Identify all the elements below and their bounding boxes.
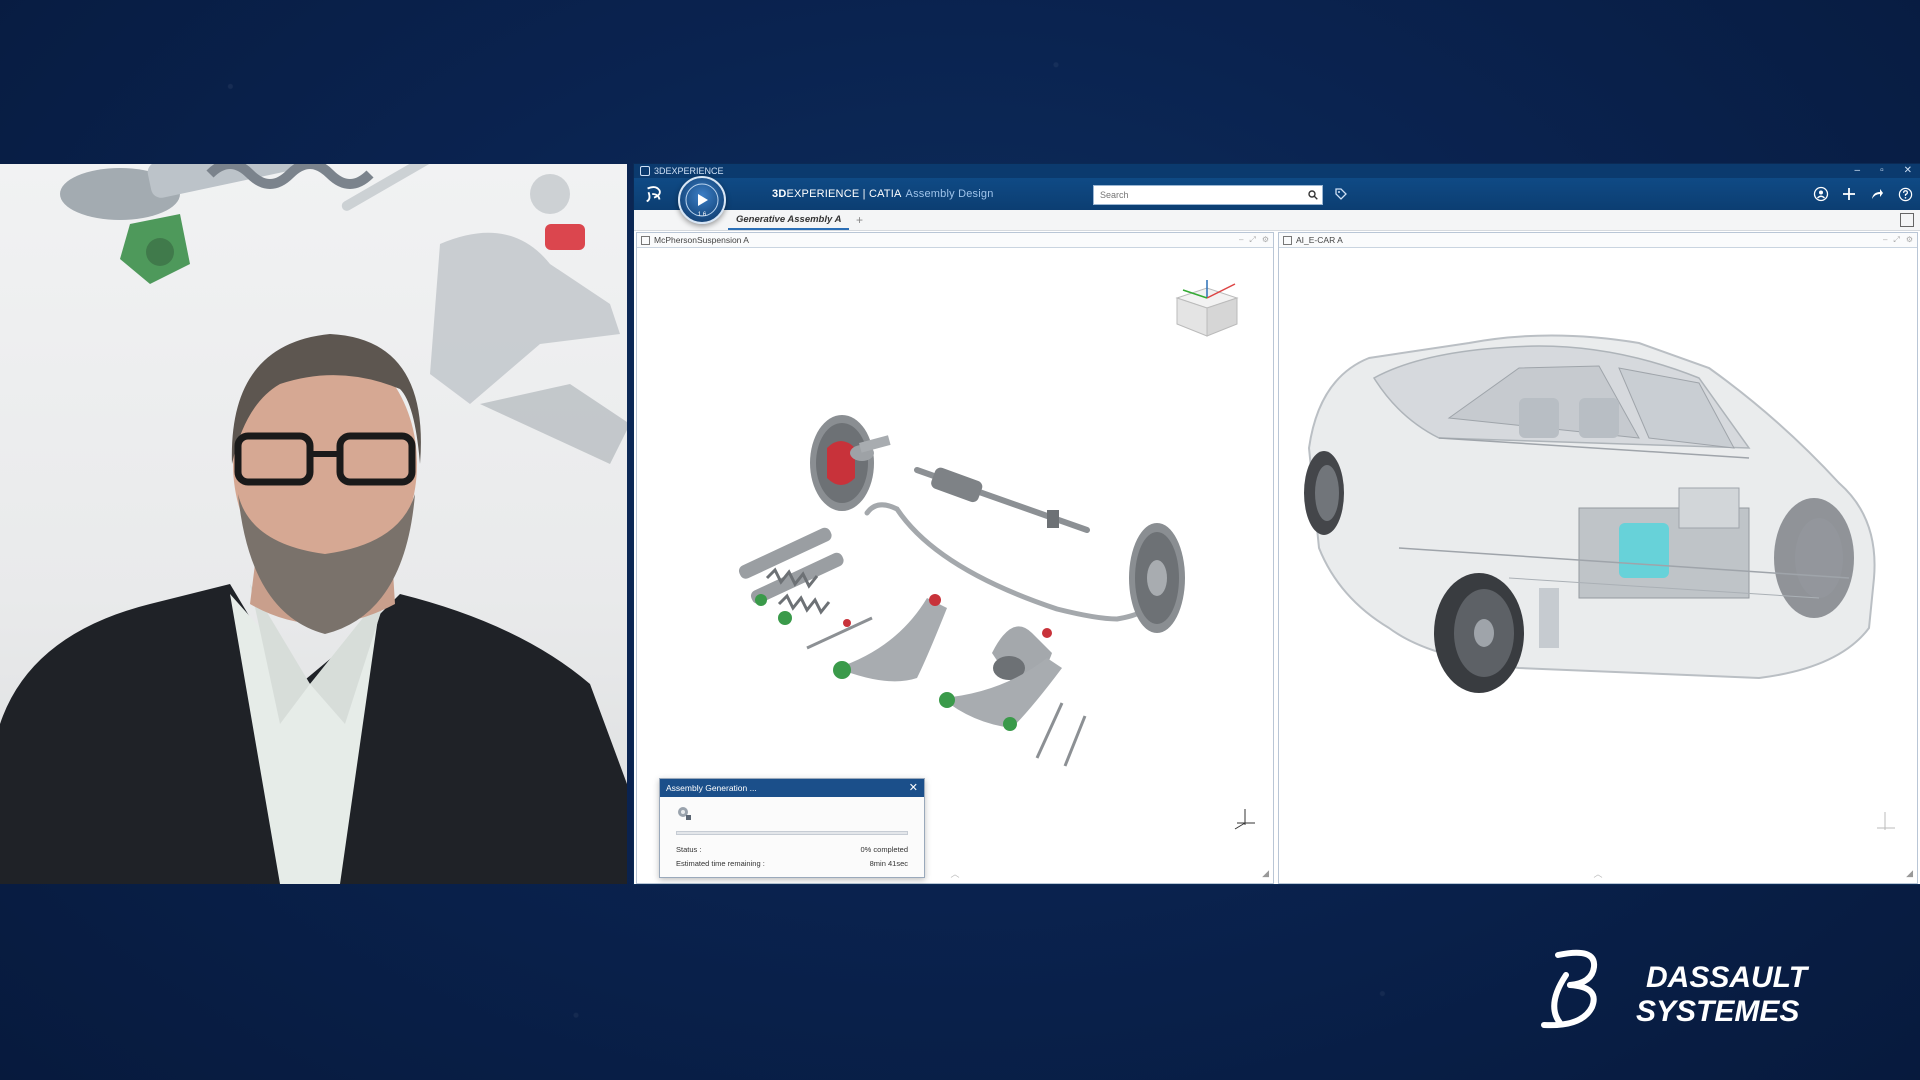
window-controls: – ▫ ✕	[1855, 164, 1913, 178]
brand-bold: 3D	[772, 188, 787, 200]
help-icon[interactable]	[1896, 185, 1914, 203]
ds-logo-icon[interactable]	[642, 182, 666, 206]
window-titlebar: 3DEXPERIENCE – ▫ ✕	[634, 164, 1920, 178]
shock-absorbers	[738, 527, 844, 625]
expand-icon[interactable]	[1900, 213, 1914, 227]
app-title: 3DEXPERIENCE | CATIA Assembly Design	[772, 188, 994, 200]
viewer-minimize-icon[interactable]: –	[1883, 234, 1887, 246]
brake-disc-front	[810, 415, 891, 511]
close-button[interactable]: ✕	[1904, 164, 1912, 178]
tab-bar: Generative Assembly A +	[634, 210, 1920, 231]
eta-row: Estimated time remaining : 8min 41sec	[676, 859, 908, 868]
viewer-header-right: AI_E-CAR A – ⤢ ⚙	[1279, 233, 1917, 248]
lower-control-arm	[833, 594, 947, 682]
tab-generative-assembly[interactable]: Generative Assembly A	[728, 212, 850, 230]
dialog-title: Assembly Generation ...	[666, 783, 757, 793]
eta-value: 8min 41sec	[869, 859, 908, 868]
assembly-icon	[676, 805, 692, 821]
header-actions	[1812, 185, 1914, 203]
brand-line-2: SYSTEMES	[1636, 995, 1799, 1028]
restore-button[interactable]: ▫	[1880, 164, 1884, 178]
compass-version: 1.6	[698, 212, 707, 218]
presenter-video	[0, 164, 627, 884]
play-icon	[698, 194, 708, 206]
brand-name: EXPERIENCE | CATIA	[786, 188, 902, 200]
viewer-bottom-handle-icon[interactable]: ︿	[1593, 867, 1602, 880]
steering-rack	[914, 467, 1090, 533]
viewer-controls-right: – ⤢ ⚙	[1883, 234, 1913, 246]
viewer-title-left: McPhersonSuspension A	[654, 235, 749, 245]
add-icon[interactable]	[1840, 185, 1858, 203]
viewer-minimize-icon[interactable]: –	[1239, 234, 1243, 246]
dassault-systemes-logo: DASSAULT SYSTEMES	[1536, 945, 1856, 1035]
minimize-button[interactable]: –	[1855, 164, 1861, 178]
add-tab-button[interactable]: +	[856, 212, 863, 228]
tie-rod	[806, 616, 873, 650]
orientation-cube-icon	[1175, 280, 1239, 337]
product-icon	[1283, 235, 1292, 245]
resize-corner-icon[interactable]: ◢	[1262, 868, 1269, 879]
app-small-icon	[640, 166, 650, 176]
brand-line-1: DASSAULT	[1646, 961, 1810, 994]
catia-window: 3DEXPERIENCE – ▫ ✕ 1.6 3DEXPERIENCE | CA…	[634, 164, 1920, 884]
wheel-front-left	[1434, 573, 1524, 693]
app-name: Assembly Design	[905, 188, 994, 200]
search-input[interactable]	[1094, 187, 1304, 203]
viewer-settings-icon[interactable]: ⚙	[1262, 234, 1269, 246]
search-icon[interactable]	[1304, 187, 1322, 203]
car-model	[1304, 334, 1876, 693]
wheel-front-right	[1774, 498, 1854, 618]
window-title: 3DEXPERIENCE	[654, 166, 724, 176]
axis-triad-icon	[1877, 812, 1895, 830]
motor-highlight	[1619, 523, 1669, 578]
status-label: Status :	[676, 845, 702, 854]
dialog-titlebar: Assembly Generation ... ✕	[660, 779, 924, 797]
viewer-canvas-left[interactable]: ︿ ◢ Assembly Generation ... ✕ Status : 0…	[637, 248, 1273, 883]
tag-icon[interactable]	[1334, 187, 1350, 203]
dialog-close-button[interactable]: ✕	[909, 781, 918, 794]
compass-widget[interactable]: 1.6	[678, 176, 726, 224]
search-box	[1093, 185, 1323, 205]
viewer-canvas-right[interactable]: ︿ ◢	[1279, 248, 1917, 883]
viewer-maximize-icon[interactable]: ⤢	[1893, 234, 1899, 246]
top-bar: 1.6 3DEXPERIENCE | CATIA Assembly Design	[634, 176, 1920, 224]
viewer-suspension[interactable]: McPhersonSuspension A – ⤢ ⚙ ︿ ◢ Assembly…	[636, 232, 1274, 884]
3ds-logo-icon	[1541, 949, 1598, 1029]
wheel-rear-left	[1304, 451, 1344, 535]
viewer-controls-left: – ⤢ ⚙	[1239, 234, 1269, 246]
status-value: 0% completed	[860, 845, 908, 854]
user-profile-icon[interactable]	[1812, 185, 1830, 203]
bolt	[1035, 702, 1064, 759]
viewer-car[interactable]: AI_E-CAR A – ⤢ ⚙ ︿ ◢	[1278, 232, 1918, 884]
bolt	[1063, 715, 1087, 767]
share-icon[interactable]	[1868, 185, 1886, 203]
resize-corner-icon[interactable]: ◢	[1906, 868, 1913, 879]
viewer-bottom-handle-icon[interactable]: ︿	[950, 867, 959, 880]
brake-disc-rear	[1129, 523, 1185, 633]
viewer-maximize-icon[interactable]: ⤢	[1249, 234, 1255, 246]
viewer-header-left: McPhersonSuspension A – ⤢ ⚙	[637, 233, 1273, 248]
status-row: Status : 0% completed	[676, 845, 908, 854]
assembly-generation-dialog: Assembly Generation ... ✕ Status : 0% co…	[659, 778, 925, 878]
axis-triad-icon	[1234, 809, 1255, 830]
product-icon	[641, 235, 650, 245]
progress-bar	[676, 831, 908, 835]
anti-roll-bar	[864, 502, 1150, 622]
viewer-settings-icon[interactable]: ⚙	[1906, 234, 1913, 246]
eta-label: Estimated time remaining :	[676, 859, 765, 868]
viewer-title-right: AI_E-CAR A	[1296, 235, 1343, 245]
